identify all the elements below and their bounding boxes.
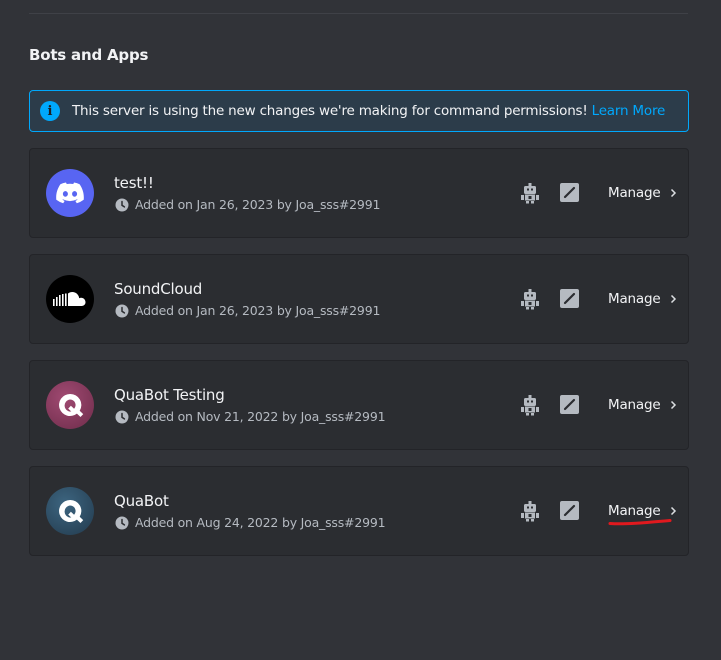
chevron-right-icon bbox=[671, 294, 677, 304]
edit-icon[interactable] bbox=[560, 395, 579, 414]
robot-icon[interactable] bbox=[519, 500, 541, 522]
divider bbox=[29, 13, 688, 14]
robot-icon[interactable] bbox=[519, 394, 541, 416]
chevron-right-icon bbox=[671, 506, 677, 516]
manage-label: Manage bbox=[608, 185, 661, 201]
edit-icon[interactable] bbox=[560, 289, 579, 308]
clock-icon bbox=[115, 198, 129, 211]
app-card-soundcloud: SoundCloud Added on Jan 26, 2023 by Joa_… bbox=[29, 254, 689, 344]
manage-label: Manage bbox=[608, 397, 661, 413]
quabot-logo-icon bbox=[46, 487, 94, 535]
edit-icon[interactable] bbox=[560, 183, 579, 202]
manage-label: Manage bbox=[608, 291, 661, 307]
discord-logo-icon bbox=[46, 169, 94, 217]
notice-text: This server is using the new changes we'… bbox=[72, 103, 588, 119]
section-title: Bots and Apps bbox=[29, 46, 149, 64]
robot-icon[interactable] bbox=[519, 288, 541, 310]
red-underline-annotation bbox=[608, 519, 672, 526]
robot-icon[interactable] bbox=[519, 182, 541, 204]
manage-button[interactable]: Manage bbox=[608, 185, 677, 201]
added-info: Added on Aug 24, 2022 by Joa_sss#2991 bbox=[115, 515, 386, 530]
added-text: Added on Nov 21, 2022 by Joa_sss#2991 bbox=[135, 409, 386, 424]
chevron-right-icon bbox=[671, 188, 677, 198]
chevron-right-icon bbox=[671, 400, 677, 410]
app-card-quabot-testing: QuaBot Testing Added on Nov 21, 2022 by … bbox=[29, 360, 689, 450]
edit-icon[interactable] bbox=[560, 501, 579, 520]
app-name: QuaBot Testing bbox=[114, 386, 225, 404]
added-info: Added on Jan 26, 2023 by Joa_sss#2991 bbox=[115, 197, 380, 212]
added-info: Added on Nov 21, 2022 by Joa_sss#2991 bbox=[115, 409, 386, 424]
clock-icon bbox=[115, 410, 129, 423]
app-name: SoundCloud bbox=[114, 280, 203, 298]
added-info: Added on Jan 26, 2023 by Joa_sss#2991 bbox=[115, 303, 380, 318]
added-text: Added on Aug 24, 2022 by Joa_sss#2991 bbox=[135, 515, 386, 530]
app-name: QuaBot bbox=[114, 492, 169, 510]
info-icon: i bbox=[40, 101, 60, 121]
manage-label: Manage bbox=[608, 503, 661, 519]
added-text: Added on Jan 26, 2023 by Joa_sss#2991 bbox=[135, 197, 381, 212]
manage-button[interactable]: Manage bbox=[608, 397, 677, 413]
added-text: Added on Jan 26, 2023 by Joa_sss#2991 bbox=[135, 303, 381, 318]
quabot-logo-icon bbox=[46, 381, 94, 429]
clock-icon bbox=[115, 516, 129, 529]
app-name: test!! bbox=[114, 174, 154, 192]
manage-button[interactable]: Manage bbox=[608, 291, 677, 307]
manage-button[interactable]: Manage bbox=[608, 503, 677, 519]
permissions-notice: i This server is using the new changes w… bbox=[29, 90, 689, 132]
app-card-test: test!! Added on Jan 26, 2023 by Joa_sss#… bbox=[29, 148, 689, 238]
bots-and-apps-page: Bots and Apps i This server is using the… bbox=[0, 0, 721, 660]
app-card-quabot: QuaBot Added on Aug 24, 2022 by Joa_sss#… bbox=[29, 466, 689, 556]
clock-icon bbox=[115, 304, 129, 317]
soundcloud-logo-icon bbox=[46, 275, 94, 323]
learn-more-link[interactable]: Learn More bbox=[592, 103, 666, 119]
